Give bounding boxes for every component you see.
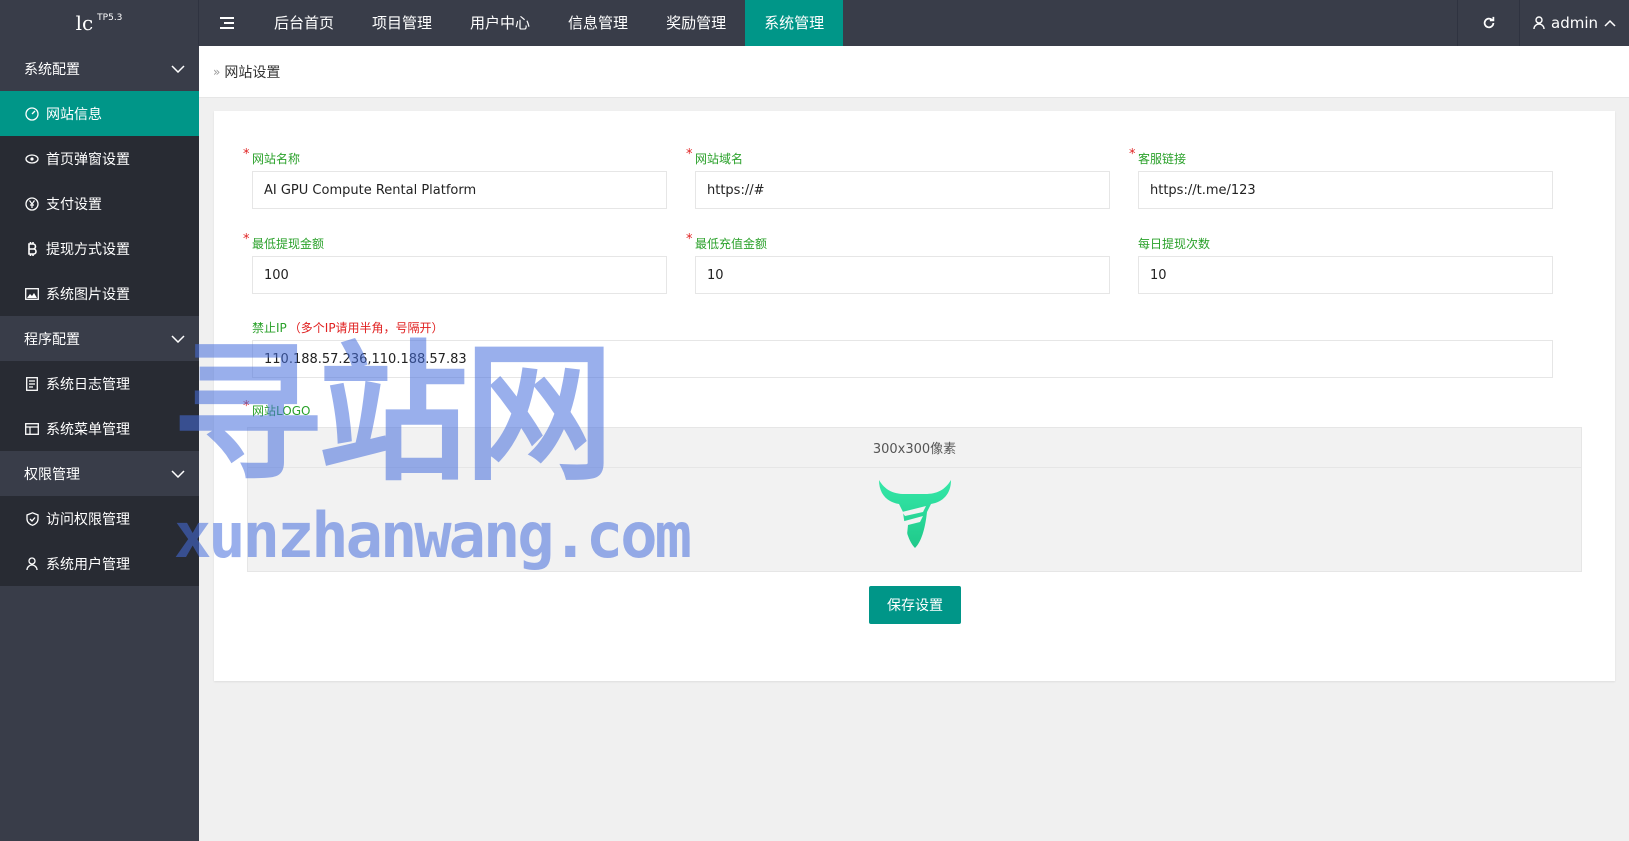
site-name-field: * 网站名称 AI GPU Compute Rental Platform bbox=[243, 147, 667, 209]
sidebar-item-label: 提现方式设置 bbox=[46, 241, 130, 258]
min-withdraw-input[interactable]: 100 bbox=[252, 256, 667, 294]
document-icon bbox=[24, 376, 40, 392]
logo-version: TP5.3 bbox=[97, 13, 123, 23]
sidebar-item-label: 访问权限管理 bbox=[46, 511, 130, 528]
watermark-en: xunzhanwang.com bbox=[174, 499, 692, 572]
sidebar-item-label: 系统用户管理 bbox=[46, 556, 130, 573]
min-recharge-label: 最低充值金额 bbox=[695, 237, 768, 251]
site-domain-field: * 网站域名 https://# bbox=[686, 147, 1110, 209]
nav-system[interactable]: 系统管理 bbox=[745, 0, 844, 46]
sidebar-item-logs[interactable]: 系统日志管理 bbox=[0, 361, 199, 406]
nav-home[interactable]: 后台首页 bbox=[255, 0, 353, 46]
required-mark: * bbox=[686, 232, 693, 247]
user-icon bbox=[1533, 16, 1545, 30]
save-button[interactable]: 保存设置 bbox=[869, 586, 961, 624]
sidebar-item-payment[interactable]: 支付设置 bbox=[0, 181, 199, 226]
sidebar-item-images[interactable]: 系统图片设置 bbox=[0, 271, 199, 316]
site-name-input[interactable]: AI GPU Compute Rental Platform bbox=[252, 171, 667, 209]
service-link-label: 客服链接 bbox=[1138, 152, 1187, 166]
sidebar-item-label: 系统菜单管理 bbox=[46, 421, 130, 438]
breadcrumb-current: 网站设置 bbox=[224, 64, 281, 81]
site-domain-input[interactable]: https://# bbox=[695, 171, 1110, 209]
eye-icon bbox=[24, 151, 40, 167]
service-link-field: * 客服链接 https://t.me/123 bbox=[1129, 147, 1553, 209]
sidebar-item-withdraw[interactable]: 提现方式设置 bbox=[0, 226, 199, 271]
nav-rewards[interactable]: 奖励管理 bbox=[647, 0, 745, 46]
nav-users[interactable]: 用户中心 bbox=[451, 0, 549, 46]
sidebar-group-system-config[interactable]: 系统配置 bbox=[0, 46, 199, 91]
bitcoin-icon bbox=[24, 241, 40, 257]
service-link-input[interactable]: https://t.me/123 bbox=[1138, 171, 1553, 209]
app-logo[interactable]: lc TP5.3 bbox=[0, 0, 199, 46]
menu-toggle-icon[interactable] bbox=[199, 0, 255, 46]
image-icon bbox=[24, 286, 40, 302]
min-withdraw-label: 最低提现金额 bbox=[252, 237, 325, 251]
logo-text: lc bbox=[75, 11, 94, 35]
sidebar-item-label: 首页弹窗设置 bbox=[46, 151, 130, 168]
chevron-down-icon bbox=[171, 64, 185, 73]
sidebar-item-popup[interactable]: 首页弹窗设置 bbox=[0, 136, 199, 181]
sidebar-item-sys-users[interactable]: 系统用户管理 bbox=[0, 541, 199, 586]
daily-withdraw-field: 每日提现次数 10 bbox=[1138, 236, 1553, 294]
sidebar-group-label: 系统配置 bbox=[24, 61, 80, 78]
sidebar-item-label: 系统图片设置 bbox=[46, 286, 130, 303]
sidebar-group-permissions[interactable]: 权限管理 bbox=[0, 451, 199, 496]
watermark-cn: 寻站网 bbox=[172, 328, 614, 502]
sidebar-item-menus[interactable]: 系统菜单管理 bbox=[0, 406, 199, 451]
sidebar-item-access[interactable]: 访问权限管理 bbox=[0, 496, 199, 541]
daily-withdraw-input[interactable]: 10 bbox=[1138, 256, 1553, 294]
gauge-icon bbox=[24, 106, 40, 122]
sidebar-item-site-info[interactable]: 网站信息 bbox=[0, 91, 199, 136]
required-mark: * bbox=[243, 232, 250, 247]
shield-icon bbox=[24, 511, 40, 527]
required-mark: * bbox=[1129, 147, 1136, 162]
top-nav: 后台首页 项目管理 用户中心 信息管理 奖励管理 系统管理 bbox=[255, 0, 844, 46]
sidebar-item-label: 系统日志管理 bbox=[46, 376, 130, 393]
nav-projects[interactable]: 项目管理 bbox=[353, 0, 451, 46]
sidebar-item-label: 网站信息 bbox=[46, 106, 102, 123]
sidebar-group-label: 程序配置 bbox=[24, 331, 80, 348]
min-recharge-field: * 最低充值金额 10 bbox=[686, 232, 1110, 294]
min-withdraw-field: * 最低提现金额 100 bbox=[243, 232, 667, 294]
double-chevron-right-icon: » bbox=[213, 64, 221, 79]
breadcrumb: » 网站设置 bbox=[199, 46, 1629, 98]
required-mark: * bbox=[686, 147, 693, 162]
sidebar-group-program-config[interactable]: 程序配置 bbox=[0, 316, 199, 361]
user-menu[interactable]: admin bbox=[1519, 0, 1629, 46]
site-name-label: 网站名称 bbox=[252, 152, 301, 166]
sidebar-item-label: 支付设置 bbox=[46, 196, 102, 213]
min-recharge-input[interactable]: 10 bbox=[695, 256, 1110, 294]
site-domain-label: 网站域名 bbox=[695, 152, 744, 166]
nav-info[interactable]: 信息管理 bbox=[549, 0, 647, 46]
sidebar-group-label: 权限管理 bbox=[24, 466, 80, 483]
chevron-up-icon bbox=[1604, 19, 1616, 27]
bull-logo-icon bbox=[878, 480, 951, 548]
user-icon bbox=[24, 556, 40, 572]
required-mark: * bbox=[243, 147, 250, 162]
daily-withdraw-label: 每日提现次数 bbox=[1138, 237, 1211, 251]
refresh-icon[interactable] bbox=[1457, 0, 1519, 46]
sidebar: 系统配置 网站信息 首页弹窗设置 支付设置 提现方式设置 系统图片设置 程序配置… bbox=[0, 46, 199, 841]
yen-icon bbox=[24, 196, 40, 212]
username: admin bbox=[1551, 14, 1598, 32]
top-bar: lc TP5.3 后台首页 项目管理 用户中心 信息管理 奖励管理 系统管理 a… bbox=[0, 0, 1629, 46]
table-icon bbox=[24, 421, 40, 437]
